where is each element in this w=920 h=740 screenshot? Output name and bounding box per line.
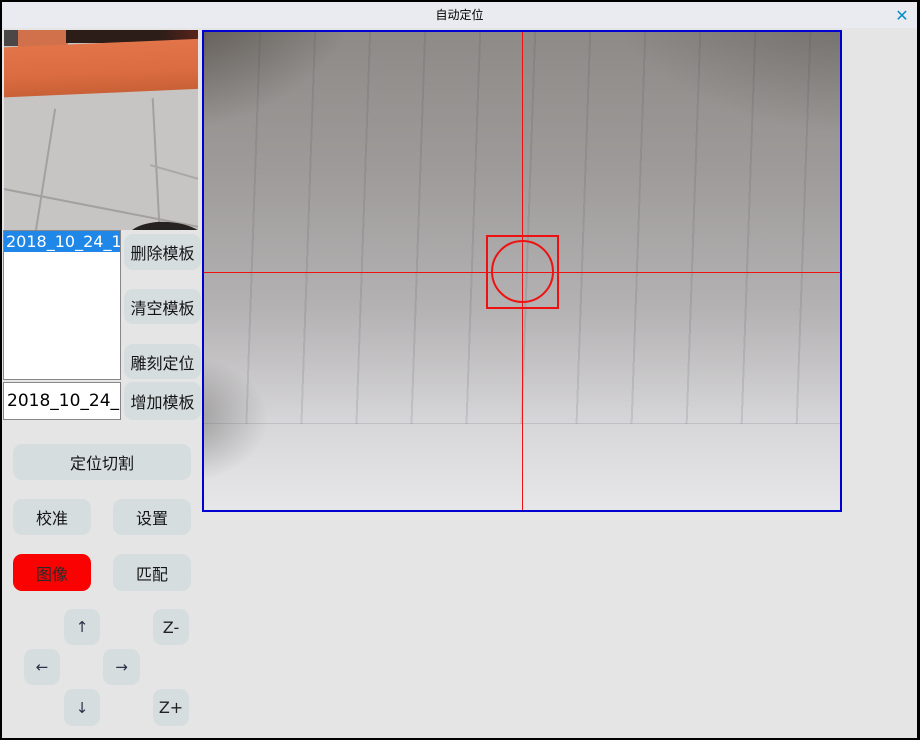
match-region-circle [491,240,554,303]
add-template-button[interactable]: 增加模板 [124,382,201,420]
template-thumbnail [4,30,198,230]
thumbnail-orange-beam [4,38,198,97]
template-name-input[interactable] [3,382,121,420]
z-plus-button[interactable]: Z+ [153,689,189,726]
template-list[interactable]: 2018_10_24_11 [3,230,121,380]
engrave-position-button[interactable]: 雕刻定位 [124,344,201,379]
jog-right-button[interactable]: → [103,649,140,685]
clear-templates-button[interactable]: 清空模板 [124,289,201,324]
jog-down-button[interactable]: ↓ [64,689,100,726]
image-button[interactable]: 图像 [13,554,91,591]
calibrate-button[interactable]: 校准 [13,499,91,535]
arrow-right-icon: → [115,658,128,676]
thumbnail-tile-line [34,109,56,230]
camera-view[interactable] [202,30,842,512]
window: 自动定位 ✕ 2018_10_24_11 删除模板 清空模板 雕刻定位 增加模板… [2,2,917,738]
z-minus-button[interactable]: Z- [153,609,189,645]
arrow-left-icon: ← [36,658,49,676]
title-bar: 自动定位 ✕ [2,2,917,28]
delete-template-button[interactable]: 删除模板 [124,234,201,270]
close-icon: ✕ [895,6,908,25]
arrow-down-icon: ↓ [76,699,89,717]
position-cut-button[interactable]: 定位切割 [13,444,191,480]
arrow-up-icon: ↑ [76,618,89,636]
settings-button[interactable]: 设置 [113,499,191,535]
jog-up-button[interactable]: ↑ [64,609,100,645]
close-button[interactable]: ✕ [891,5,913,27]
match-button[interactable]: 匹配 [113,554,191,591]
window-title: 自动定位 [2,2,917,28]
jog-left-button[interactable]: ← [24,649,60,685]
template-list-item[interactable]: 2018_10_24_11 [4,231,120,252]
